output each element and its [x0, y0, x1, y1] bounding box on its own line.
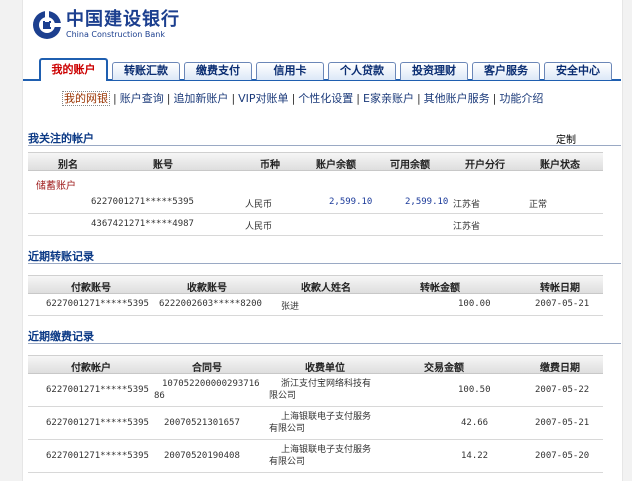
- section-divider: [28, 343, 621, 344]
- bank-name-cn: 中国建设银行: [66, 9, 180, 30]
- col-payee-unit: 收费单位: [305, 363, 345, 374]
- col-transfer-date: 转帐日期: [540, 283, 580, 294]
- subnav-other-services[interactable]: 其他账户服务: [424, 92, 490, 105]
- account-number[interactable]: 4367421271*****4987: [91, 219, 194, 229]
- branch: 江苏省: [453, 200, 481, 210]
- col-available: 可用余额: [390, 160, 430, 171]
- payer-account[interactable]: 6227001271*****5395: [46, 385, 149, 395]
- col-account: 账号: [153, 160, 173, 171]
- table-row[interactable]: 6227001271*****5395 20070520190408 上海银联电…: [28, 440, 603, 473]
- col-amount: 交易金额: [424, 363, 464, 374]
- tab-personal-loan[interactable]: 个人贷款: [328, 62, 396, 80]
- table-row[interactable]: 6227001271*****5395 6222002603*****8200 …: [28, 294, 603, 316]
- payee-unit: 浙江支付宝网络科技有限公司: [269, 379, 372, 401]
- balance: 2,599.10: [329, 197, 373, 207]
- subnav-personal-settings[interactable]: 个性化设置: [298, 92, 353, 105]
- available-balance: 2,599.10: [405, 197, 449, 207]
- right-gutter: [622, 0, 632, 481]
- tab-investment[interactable]: 投资理财: [400, 62, 468, 80]
- subnav-my-ebank[interactable]: 我的网银: [62, 91, 110, 106]
- bank-logo[interactable]: 中国建设银行 China Construction Bank: [32, 10, 180, 40]
- tab-customer-service[interactable]: 客户服务: [472, 62, 540, 80]
- currency: 人民币: [245, 222, 273, 232]
- bank-name-en: China Construction Bank: [66, 30, 165, 39]
- col-balance: 账户余额: [316, 160, 356, 171]
- col-alias: 别名: [58, 160, 78, 171]
- col-payer-account: 付款账号: [71, 283, 111, 294]
- payee-name: 张进: [281, 302, 300, 312]
- contract-number: 20070521301657: [164, 418, 240, 428]
- col-contract-no: 合同号: [192, 363, 222, 374]
- tab-my-account[interactable]: 我的账户: [39, 58, 108, 81]
- tab-credit-card[interactable]: 信用卡: [256, 62, 324, 80]
- section-divider: [28, 145, 621, 146]
- currency: 人民币: [245, 200, 273, 210]
- main-tab-bar: 我的账户 转账汇款 缴费支付 信用卡 个人贷款 投资理财 客户服务 安全中心: [23, 58, 621, 81]
- watched-table-header: 别名 账号 币种 账户余额 可用余额 开户分行 账户状态: [28, 152, 603, 171]
- table-row[interactable]: 6227001271*****5395 10705220000029371686…: [28, 374, 603, 407]
- table-row[interactable]: 4367421271*****4987 人民币 江苏省: [28, 214, 603, 236]
- payments-table-header: 付款帐户 合同号 收费单位 交易金额 缴费日期: [28, 355, 603, 374]
- payment-date: 2007-05-21: [535, 418, 590, 428]
- left-gutter: [0, 0, 23, 481]
- payment-amount: 100.50: [458, 385, 491, 395]
- status: 正常: [529, 200, 548, 210]
- sub-navigation: 我的网银 | 账户查询 | 追加新账户 | VIP对账单 | 个性化设置 | E家亲账户 | 其他账户服…: [62, 91, 544, 106]
- account-number[interactable]: 6227001271*****5395: [91, 197, 194, 207]
- contract-number: 10705220000029371686: [154, 379, 260, 401]
- branch: 江苏省: [453, 222, 481, 232]
- subnav-family-account[interactable]: E家亲账户: [363, 92, 414, 105]
- payer-account[interactable]: 6227001271*****5395: [46, 451, 149, 461]
- payee-account: 6222002603*****8200: [159, 299, 262, 309]
- tab-security-center[interactable]: 安全中心: [544, 62, 612, 80]
- recent-transfers-title: 近期转账记录: [28, 250, 94, 263]
- col-payer-account: 付款帐户: [71, 363, 111, 374]
- subnav-add-account[interactable]: 追加新账户: [173, 92, 228, 105]
- payment-amount: 14.22: [461, 451, 489, 461]
- transfer-amount: 100.00: [458, 299, 491, 309]
- customize-link[interactable]: 定制: [556, 131, 576, 146]
- tab-transfer[interactable]: 转账汇款: [112, 62, 180, 80]
- col-payee-account: 收款账号: [187, 283, 227, 294]
- subnav-vip-statement[interactable]: VIP对账单: [238, 92, 288, 105]
- payment-date: 2007-05-22: [535, 385, 590, 395]
- transfer-date: 2007-05-21: [535, 299, 590, 309]
- col-branch: 开户分行: [465, 160, 505, 171]
- contract-number: 20070520190408: [164, 451, 240, 461]
- col-payment-date: 缴费日期: [540, 363, 580, 374]
- payee-unit: 上海银联电子支付服务有限公司: [269, 445, 372, 467]
- recent-payments-title: 近期缴费记录: [28, 330, 94, 343]
- tab-payment[interactable]: 缴费支付: [184, 62, 252, 80]
- category-savings: 储蓄账户: [36, 181, 76, 192]
- payee-unit: 上海银联电子支付服务有限公司: [269, 412, 372, 434]
- payer-account[interactable]: 6227001271*****5395: [46, 299, 149, 309]
- section-divider: [28, 263, 621, 264]
- payment-date: 2007-05-20: [535, 451, 590, 461]
- subnav-feature-intro[interactable]: 功能介绍: [499, 92, 543, 105]
- subnav-account-query[interactable]: 账户查询: [120, 92, 164, 105]
- ccb-logo-icon: [33, 10, 62, 39]
- watched-accounts-title: 我关注的帐户: [28, 132, 94, 145]
- col-status: 账户状态: [540, 160, 580, 171]
- col-currency: 币种: [260, 160, 280, 171]
- table-row[interactable]: 6227001271*****5395 20070521301657 上海银联电…: [28, 407, 603, 440]
- table-row[interactable]: 6227001271*****5395 人民币 2,599.10 2,599.1…: [28, 192, 603, 214]
- payment-amount: 42.66: [461, 418, 489, 428]
- col-transfer-amount: 转帐金额: [420, 283, 460, 294]
- transfers-table-header: 付款账号 收款账号 收款人姓名 转帐金额 转帐日期: [28, 275, 603, 294]
- payer-account[interactable]: 6227001271*****5395: [46, 418, 149, 428]
- col-payee-name: 收款人姓名: [301, 283, 351, 294]
